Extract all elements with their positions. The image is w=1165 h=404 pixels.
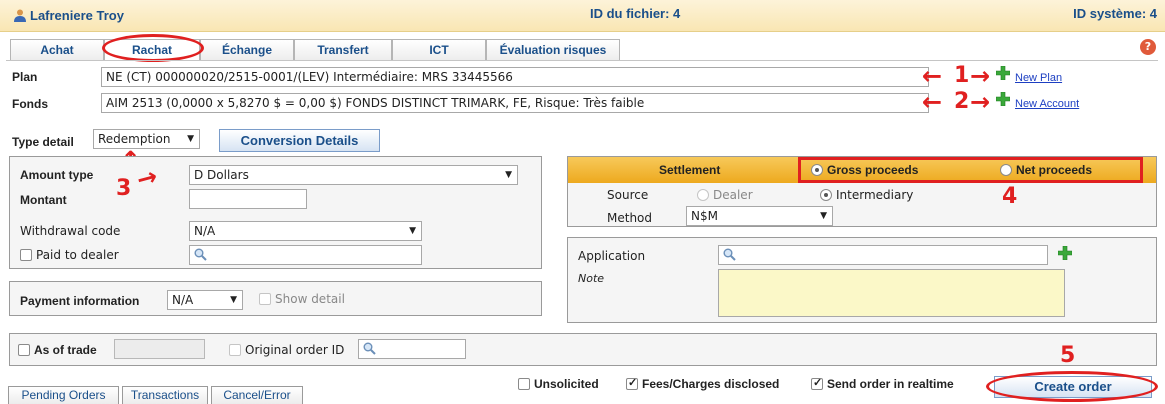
tab-ict[interactable]: ICT (392, 39, 486, 61)
checkbox-box (229, 344, 241, 356)
as-of-trade-checkbox[interactable]: As of trade (18, 343, 97, 357)
chevron-down-icon: ▼ (409, 226, 416, 236)
withdrawal-code-select[interactable]: N/A ▼ (189, 221, 422, 241)
new-account-link[interactable]: New Account (1015, 98, 1079, 110)
as-of-trade-date-field[interactable] (114, 339, 205, 359)
source-label: Source (607, 188, 649, 202)
application-label: Application (578, 249, 646, 263)
chevron-down-icon: ▼ (230, 295, 237, 305)
tab-transactions[interactable]: Transactions (122, 386, 208, 404)
note-label: Note (578, 272, 605, 285)
annotation-ring-rachat (102, 34, 204, 62)
checkbox-box (20, 249, 32, 261)
paid-to-dealer-checkbox[interactable]: Paid to dealer (20, 248, 119, 262)
note-textarea[interactable] (718, 269, 1065, 317)
plan-label: Plan (12, 70, 38, 84)
original-order-search[interactable] (358, 339, 466, 359)
checkbox-box (259, 293, 271, 305)
checkbox-box (18, 344, 30, 356)
conversion-details-button[interactable]: Conversion Details (219, 129, 380, 152)
chevron-down-icon: ▼ (187, 134, 194, 144)
annotation-box-proceeds (798, 157, 1143, 183)
search-icon (194, 248, 207, 261)
annotation-number-3: 3 (116, 176, 132, 201)
fonds-label: Fonds (12, 97, 48, 111)
withdrawal-code-label: Withdrawal code (20, 224, 121, 238)
fees-disclosed-checkbox[interactable]: Fees/Charges disclosed (626, 376, 779, 391)
user-name[interactable]: Lafreniere Troy (14, 8, 124, 23)
add-account-icon[interactable] (996, 92, 1010, 106)
send-realtime-checkbox[interactable]: Send order in realtime (811, 376, 954, 391)
type-detail-label: Type detail (12, 135, 74, 149)
user-icon (14, 9, 26, 22)
tab-achat[interactable]: Achat (10, 39, 104, 61)
fonds-field[interactable]: AIM 2513 (0,0000 x 5,8270 $ = 0,00 $) FO… (101, 93, 929, 113)
tab-divider (6, 60, 1158, 61)
amount-type-label: Amount type (20, 168, 94, 182)
system-id: ID système: 4 (1073, 6, 1157, 21)
tab-echange[interactable]: Échange (200, 39, 294, 61)
header-bar: Lafreniere Troy ID du fichier: 4 ID syst… (0, 0, 1165, 32)
amount-type-select[interactable]: D Dollars ▼ (189, 165, 518, 185)
chevron-down-icon: ▼ (820, 211, 827, 221)
annotation-arrow-2: ← (922, 88, 943, 116)
help-icon[interactable]: ? (1140, 39, 1156, 55)
tab-pending-orders[interactable]: Pending Orders (8, 386, 119, 404)
radio-button (820, 189, 832, 201)
checkbox-box (626, 376, 638, 390)
method-select[interactable]: N$M ▼ (686, 206, 833, 226)
annotation-number-5: 5 (1060, 343, 1076, 368)
chevron-down-icon: ▼ (505, 170, 512, 180)
tab-cancel-error[interactable]: Cancel/Error (211, 386, 303, 404)
settlement-title: Settlement (659, 163, 721, 177)
annotation-ring-create (986, 371, 1158, 402)
annotation-number-1: 1 (954, 63, 970, 88)
type-detail-select[interactable]: Redemption ▼ (93, 129, 200, 149)
annotation-arrow-1b: → (970, 62, 991, 90)
checkbox-box (518, 378, 530, 390)
new-plan-link[interactable]: New Plan (1015, 72, 1062, 84)
original-order-checkbox[interactable]: Original order ID (229, 343, 344, 357)
unsolicited-checkbox[interactable]: Unsolicited (518, 377, 599, 391)
payment-information-label: Payment information (20, 294, 140, 308)
show-detail-checkbox[interactable]: Show detail (259, 292, 345, 306)
payment-information-select[interactable]: N/A ▼ (167, 290, 243, 310)
tab-transfert[interactable]: Transfert (294, 39, 392, 61)
annotation-number-2: 2 (954, 89, 970, 114)
file-id: ID du fichier: 4 (590, 6, 681, 21)
tab-evaluation-risques[interactable]: Évaluation risques (486, 39, 620, 61)
search-icon (723, 248, 736, 261)
montant-label: Montant (20, 193, 67, 207)
checkbox-box (811, 376, 823, 390)
method-label: Method (607, 211, 653, 225)
application-search[interactable] (718, 245, 1048, 265)
annotation-arrow-2b: → (970, 88, 991, 116)
plan-field[interactable]: NE (CT) 000000020/2515-0001/(LEV) Interm… (101, 67, 929, 87)
intermediary-radio[interactable]: Intermediary (820, 188, 913, 202)
add-plan-icon[interactable] (996, 66, 1010, 80)
search-icon (363, 342, 376, 355)
radio-button (697, 189, 709, 201)
annotation-arrow-1: ← (922, 62, 943, 90)
add-application-icon[interactable] (1058, 246, 1072, 260)
montant-input[interactable] (189, 189, 307, 209)
annotation-number-4: 4 (1002, 184, 1018, 209)
dealer-radio[interactable]: Dealer (697, 188, 753, 202)
paid-to-dealer-search[interactable] (189, 245, 422, 265)
